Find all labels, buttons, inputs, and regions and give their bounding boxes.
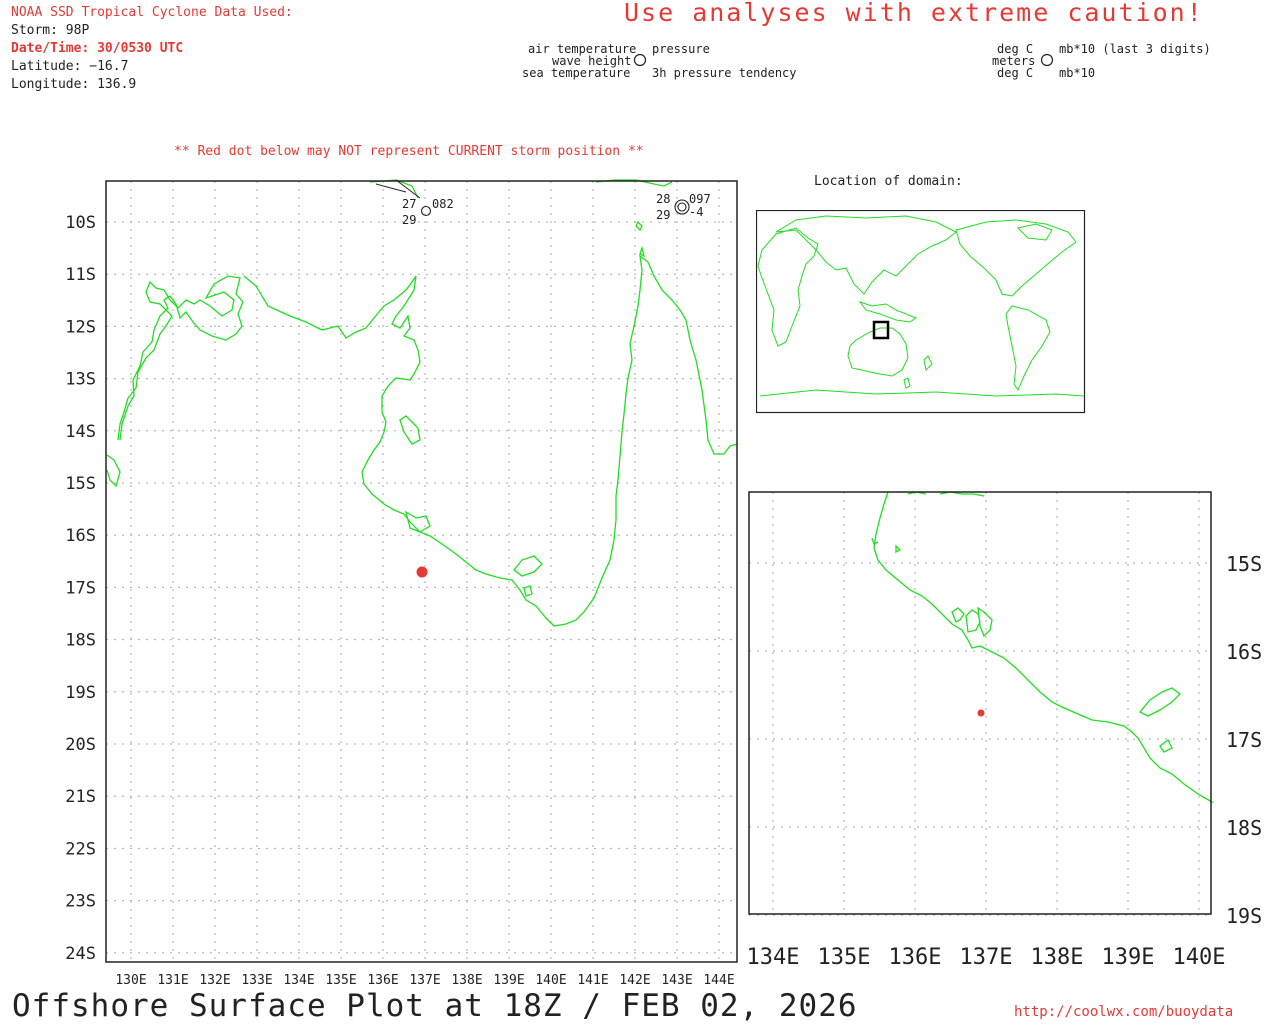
units-deg-c-bottom: deg C: [997, 66, 1034, 80]
main-map-coastline: [106, 179, 738, 627]
main-lon-label: 143E: [661, 973, 692, 988]
zoom-lat-label: 19S: [1226, 904, 1262, 928]
main-lon-label: 139E: [493, 973, 524, 988]
station-2-air-temp: 28: [656, 192, 670, 206]
main-lon-label: 135E: [325, 973, 356, 988]
main-lat-label: 14S: [65, 422, 96, 442]
main-map-lat-labels: 10S 11S 12S 13S 14S 15S 16S 17S 18S 19S 20S 21S 22S 2…: [65, 213, 96, 964]
main-lat-label: 16S: [65, 526, 96, 546]
main-lat-label: 10S: [65, 213, 96, 233]
main-lat-label: 22S: [65, 839, 96, 859]
units-mb-bottom: mb*10: [1059, 66, 1096, 80]
main-lat-label: 13S: [65, 370, 96, 390]
main-lon-label: 144E: [703, 973, 734, 988]
station-plot-2: 28 29 097 -4: [656, 192, 711, 222]
main-lon-label: 140E: [535, 973, 566, 988]
inset-title: Location of domain:: [814, 174, 963, 189]
plot-title: Offshore Surface Plot at 18Z / FEB 02, 2…: [12, 988, 858, 1024]
zoom-lat-label: 17S: [1226, 728, 1262, 752]
inset-globe-map: [756, 210, 1086, 414]
main-lon-label: 137E: [409, 973, 440, 988]
station-plot-1: 27 29 082: [375, 179, 454, 227]
main-lon-label: 132E: [199, 973, 230, 988]
main-lat-label: 15S: [65, 474, 96, 494]
station-2-pressure: 097: [689, 192, 711, 206]
zoom-lat-label: 16S: [1226, 640, 1262, 664]
main-lon-label: 138E: [451, 973, 482, 988]
zoom-map-coastline: [871, 491, 1215, 803]
station-1-sea-temp: 29: [402, 213, 416, 227]
zoom-lon-label: 139E: [1102, 945, 1155, 970]
main-lat-label: 18S: [65, 631, 96, 651]
zoom-map-gridlines: [749, 492, 1211, 916]
zoom-lon-label: 134E: [747, 945, 800, 970]
zoom-lon-label: 137E: [960, 945, 1013, 970]
zoom-lon-label: 140E: [1173, 945, 1226, 970]
units-circle-icon: [1040, 53, 1054, 67]
zoom-map-lon-labels: 134E 135E 136E 137E 138E 139E 140E: [747, 945, 1226, 970]
zoom-lon-label: 138E: [1031, 945, 1084, 970]
station-1-air-temp: 27: [402, 197, 416, 211]
main-lat-label: 17S: [65, 578, 96, 598]
main-lat-label: 19S: [65, 683, 96, 703]
main-lat-label: 12S: [65, 317, 96, 337]
main-lat-label: 21S: [65, 787, 96, 807]
zoom-lon-label: 136E: [889, 945, 942, 970]
main-lat-label: 24S: [65, 944, 96, 964]
main-map: 27 29 082 28 29 097 -4 10S 11S 12S 13S 14S 15…: [65, 179, 738, 988]
main-lon-label: 142E: [619, 973, 650, 988]
main-lat-label: 20S: [65, 735, 96, 755]
main-lon-label: 141E: [577, 973, 608, 988]
source-url[interactable]: http://coolwx.com/buoydata: [1014, 1004, 1233, 1020]
main-lon-label: 130E: [115, 973, 146, 988]
main-lat-label: 11S: [65, 265, 96, 285]
zoom-lon-label: 135E: [818, 945, 871, 970]
storm-position-dot: [416, 566, 428, 578]
zoom-map-frame: [748, 491, 1212, 915]
station-2-tendency: -4: [689, 205, 703, 219]
zoom-lat-label: 15S: [1226, 552, 1262, 576]
main-lat-label: 23S: [65, 892, 96, 912]
main-lon-label: 134E: [283, 973, 314, 988]
main-lon-label: 131E: [157, 973, 188, 988]
zoom-map-lat-labels: 15S 16S 17S 18S 19S: [1226, 552, 1262, 928]
zoom-map: 15S 16S 17S 18S 19S 134E 135E 136E 137E 138E 139E…: [747, 491, 1262, 970]
zoom-lat-label: 18S: [1226, 816, 1262, 840]
main-lon-label: 136E: [367, 973, 398, 988]
main-lon-label: 133E: [241, 973, 272, 988]
main-map-lon-labels: 130E 131E 132E 133E 134E 135E 136E 137E 138E 139E…: [115, 973, 734, 988]
station-2-sea-temp: 29: [656, 208, 670, 222]
units-mb-top: mb*10 (last 3 digits): [1059, 42, 1211, 56]
zoom-storm-dot: [977, 709, 985, 717]
station-1-pressure: 082: [432, 197, 454, 211]
